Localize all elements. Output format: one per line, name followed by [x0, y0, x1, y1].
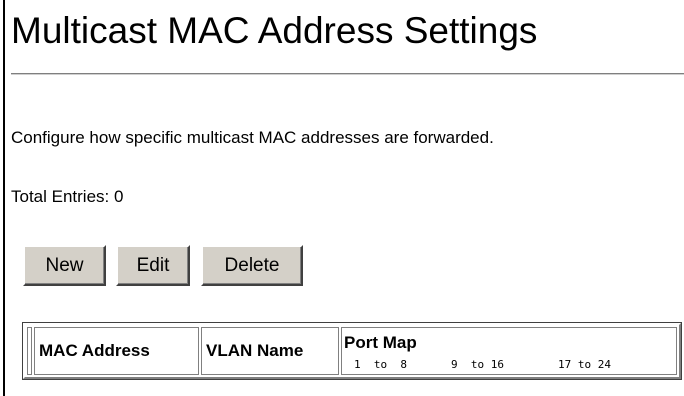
page-description: Configure how specific multicast MAC add… — [11, 128, 494, 147]
multicast-mac-table: MAC Address VLAN Name Port Map 1 to 8 9 … — [22, 322, 682, 380]
mac-address-header-label: MAC Address — [39, 341, 150, 360]
port-range-label: 9 to 16 — [451, 358, 504, 371]
title-divider — [11, 73, 684, 75]
delete-button[interactable]: Delete — [201, 245, 303, 286]
port-map-column-header: Port Map 1 to 8 9 to 16 17 to 24 — [341, 327, 677, 375]
vlan-name-column-header: VLAN Name — [201, 327, 339, 375]
total-entries-label: Total Entries: 0 — [11, 187, 124, 206]
page-title: Multicast MAC Address Settings — [11, 10, 538, 51]
vlan-name-header-label: VLAN Name — [206, 341, 304, 360]
port-range-label: 17 to 24 — [558, 358, 611, 371]
port-range-label: 1 to 8 — [354, 358, 407, 371]
mac-address-column-header: MAC Address — [34, 327, 199, 375]
select-column-header — [27, 327, 32, 375]
new-button[interactable]: New — [23, 245, 106, 286]
left-frame-border — [3, 0, 5, 396]
edit-button[interactable]: Edit — [116, 245, 190, 286]
port-map-header-label: Port Map — [344, 333, 417, 352]
